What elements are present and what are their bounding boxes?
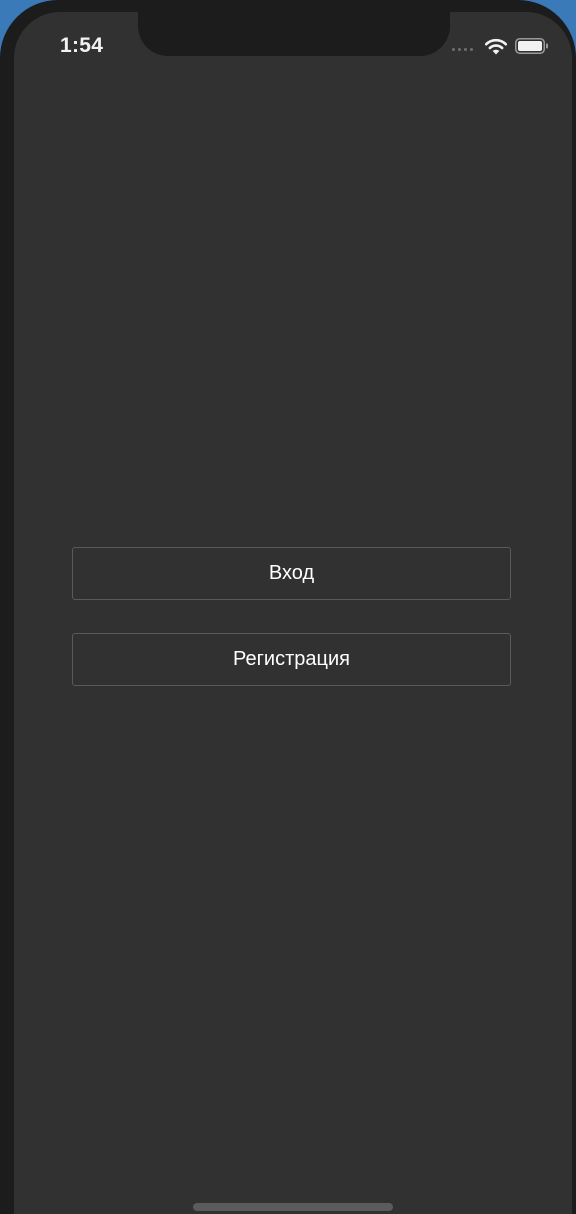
- status-time: 1:54: [60, 34, 104, 57]
- app-screen: 1:54 Вход Регистрация: [14, 12, 572, 1214]
- home-indicator[interactable]: [193, 1203, 393, 1211]
- battery-icon: [515, 38, 548, 54]
- phone-frame: 1:54 Вход Регистрация: [0, 0, 576, 1214]
- device-notch: [138, 12, 450, 56]
- login-button[interactable]: Вход: [72, 547, 511, 600]
- signal-dots-icon: [452, 48, 473, 51]
- register-button[interactable]: Регистрация: [72, 633, 511, 686]
- wifi-icon: [484, 38, 508, 55]
